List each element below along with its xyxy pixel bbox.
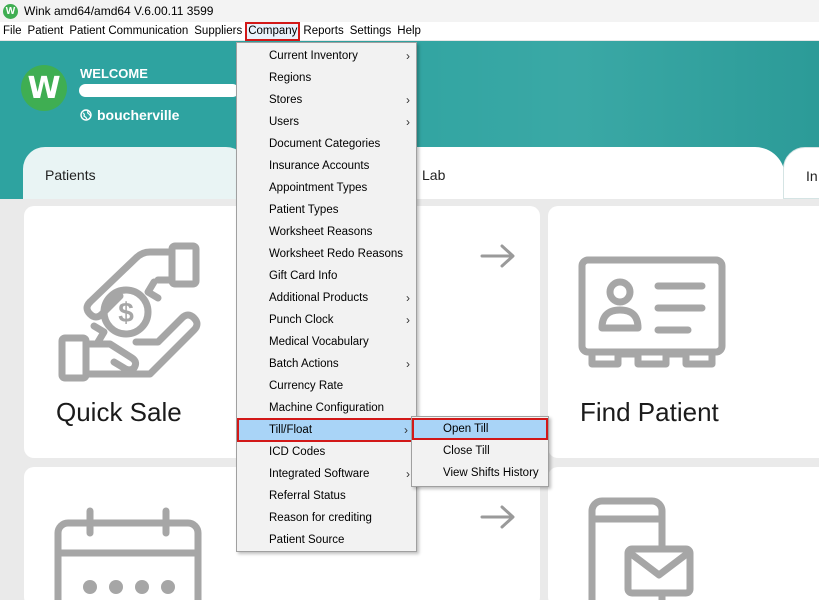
menu-file[interactable]: File	[0, 22, 25, 41]
menu-item-patient-types[interactable]: Patient Types	[237, 199, 416, 221]
menu-item-appointment-types[interactable]: Appointment Types	[237, 177, 416, 199]
menu-item-label: Currency Rate	[269, 380, 344, 392]
chevron-right-icon: ›	[406, 291, 410, 305]
menu-item-users[interactable]: Users ›	[237, 111, 416, 133]
menu-item-currency-rate[interactable]: Currency Rate	[237, 375, 416, 397]
communication-card[interactable]	[548, 467, 819, 600]
calendar-icon	[54, 507, 202, 600]
menu-item-label: Appointment Types	[269, 182, 368, 194]
till-float-submenu: Open Till Close Till View Shifts History	[411, 416, 549, 487]
menu-item-till-float[interactable]: Till/Float ›	[237, 418, 416, 442]
globe-icon	[80, 109, 92, 121]
submenu-item-close-till[interactable]: Close Till	[412, 440, 548, 462]
menu-item-current-inventory[interactable]: Current Inventory ›	[237, 45, 416, 67]
menu-item-patient-source[interactable]: Patient Source	[237, 529, 416, 551]
menu-item-batch-actions[interactable]: Batch Actions ›	[237, 353, 416, 375]
menu-item-reason-for-crediting[interactable]: Reason for crediting	[237, 507, 416, 529]
menu-item-gift-card-info[interactable]: Gift Card Info	[237, 265, 416, 287]
patient-id-card-icon	[578, 256, 726, 368]
menu-item-label: Users	[269, 116, 300, 128]
tab-partial[interactable]: In	[783, 147, 819, 199]
submenu-item-open-till[interactable]: Open Till	[412, 418, 548, 440]
title-bar: W Wink amd64/amd64 V.6.00.11 3599	[0, 0, 819, 22]
chevron-right-icon: ›	[406, 49, 410, 63]
tab-patients[interactable]: Patients	[23, 147, 248, 199]
menu-item-label: Current Inventory	[269, 50, 358, 62]
menu-item-medical-vocabulary[interactable]: Medical Vocabulary	[237, 331, 416, 353]
menu-item-label: Medical Vocabulary	[269, 336, 369, 348]
welcome-heading: WELCOME	[80, 66, 148, 81]
menu-item-referral-status[interactable]: Referral Status	[237, 485, 416, 507]
submenu-item-label: View Shifts History	[443, 467, 539, 479]
window-title: Wink amd64/amd64 V.6.00.11 3599	[24, 4, 214, 18]
menu-item-label: Regions	[269, 72, 312, 84]
chevron-right-icon: ›	[406, 93, 410, 107]
menu-item-machine-configuration[interactable]: Machine Configuration	[237, 397, 416, 419]
menu-item-insurance-accounts[interactable]: Insurance Accounts	[237, 155, 416, 177]
tab-lab-label: Lab	[422, 167, 446, 183]
menu-item-stores[interactable]: Stores ›	[237, 89, 416, 111]
chevron-right-icon: ›	[406, 115, 410, 129]
menu-item-integrated-software[interactable]: Integrated Software ›	[237, 463, 416, 485]
menu-item-label: Machine Configuration	[269, 402, 385, 414]
menu-item-label: Batch Actions	[269, 358, 339, 370]
menu-item-label: Patient Types	[269, 204, 339, 216]
menu-item-additional-products[interactable]: Additional Products ›	[237, 287, 416, 309]
menu-reports[interactable]: Reports	[300, 22, 346, 41]
menu-item-label: Integrated Software	[269, 468, 370, 480]
submenu-item-view-shifts-history[interactable]: View Shifts History	[412, 462, 548, 484]
menu-bar: File Patient Patient Communication Suppl…	[0, 21, 819, 41]
menu-item-label: Worksheet Reasons	[269, 226, 373, 238]
menu-item-punch-clock[interactable]: Punch Clock ›	[237, 309, 416, 331]
menu-item-label: Gift Card Info	[269, 270, 338, 282]
menu-item-worksheet-redo-reasons[interactable]: Worksheet Redo Reasons	[237, 243, 416, 265]
chevron-right-icon: ›	[406, 313, 410, 327]
chevron-right-icon: ›	[406, 357, 410, 371]
menu-item-document-categories[interactable]: Document Categories	[237, 133, 416, 155]
menu-help[interactable]: Help	[394, 22, 424, 41]
menu-item-regions[interactable]: Regions	[237, 67, 416, 89]
store-location[interactable]: boucherville	[80, 107, 179, 123]
chevron-right-icon: ›	[404, 423, 408, 437]
app-logo-icon: W	[3, 3, 18, 19]
arrow-right-icon[interactable]	[480, 505, 516, 529]
find-patient-label: Find Patient	[580, 397, 719, 427]
phone-mail-icon	[588, 497, 694, 600]
tab-lab[interactable]: Lab	[400, 147, 785, 199]
tab-patients-label: Patients	[45, 167, 96, 183]
menu-item-label: Till/Float	[269, 424, 313, 436]
menu-item-label: Stores	[269, 94, 303, 106]
money-hand-icon: $	[58, 242, 201, 382]
company-dropdown-menu: Current Inventory › Regions Stores › Users…	[236, 42, 417, 552]
quick-sale-label: Quick Sale	[56, 397, 182, 427]
menu-item-worksheet-reasons[interactable]: Worksheet Reasons	[237, 221, 416, 243]
menu-item-label: Punch Clock	[269, 314, 334, 326]
menu-suppliers[interactable]: Suppliers	[191, 22, 245, 41]
menu-item-label: Insurance Accounts	[269, 160, 370, 172]
tab-partial-label: In	[806, 168, 818, 184]
menu-item-icd-codes[interactable]: ICD Codes	[237, 441, 416, 463]
submenu-item-label: Open Till	[443, 423, 489, 435]
location-label: boucherville	[97, 107, 180, 123]
menu-item-label: Worksheet Redo Reasons	[269, 248, 404, 260]
menu-company[interactable]: Company	[245, 21, 301, 41]
find-patient-card[interactable]: Find Patient	[548, 206, 819, 458]
chevron-right-icon: ›	[406, 467, 410, 481]
menu-item-label: ICD Codes	[269, 446, 326, 458]
menu-item-label: Patient Source	[269, 534, 345, 546]
menu-item-label: Additional Products	[269, 292, 369, 304]
menu-settings[interactable]: Settings	[347, 22, 395, 41]
svg-text:$: $	[118, 297, 134, 328]
menu-patient-communication[interactable]: Patient Communication	[66, 22, 191, 41]
menu-item-label: Document Categories	[269, 138, 381, 150]
submenu-item-label: Close Till	[443, 445, 490, 457]
menu-item-label: Referral Status	[269, 490, 346, 502]
user-name-field	[79, 84, 239, 97]
menu-item-label: Reason for crediting	[269, 512, 372, 524]
menu-patient[interactable]: Patient	[25, 22, 67, 41]
arrow-right-icon[interactable]	[480, 244, 516, 268]
wink-logo-icon: W	[21, 65, 67, 111]
